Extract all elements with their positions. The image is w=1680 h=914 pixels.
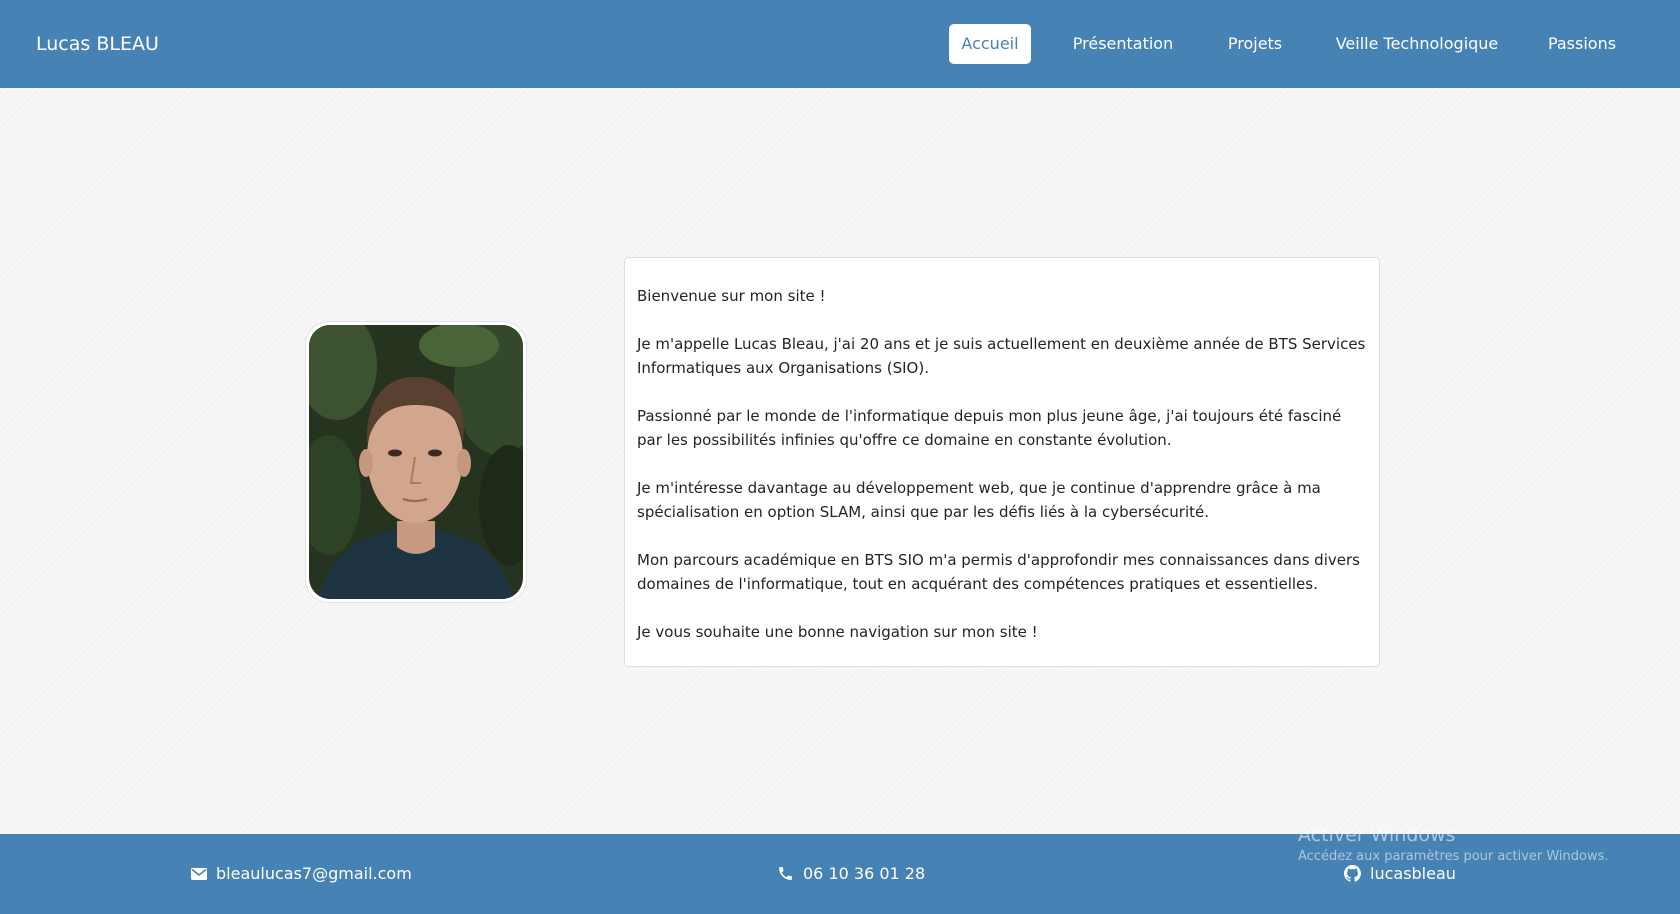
studies-paragraph: Mon parcours académique en BTS SIO m'a p… — [637, 551, 1360, 593]
footer-phone-text: 06 10 36 01 28 — [803, 864, 926, 883]
footer-phone-link[interactable]: 06 10 36 01 28 — [777, 862, 925, 886]
envelope-icon — [191, 867, 207, 880]
watermark-subtitle: Accédez aux paramètres pour activer Wind… — [1298, 849, 1609, 864]
windows-activation-watermark: Activer Windows Accédez aux paramètres p… — [1298, 822, 1609, 866]
site-brand[interactable]: Lucas BLEAU — [36, 32, 159, 56]
interest-paragraph: Je m'intéresse davantage au développemen… — [637, 479, 1321, 521]
footer-github-text: lucasbleau — [1370, 864, 1456, 883]
nav-link-passions[interactable]: Passions — [1547, 24, 1617, 64]
watermark-title: Activer Windows — [1298, 824, 1456, 846]
nav-link-veille-technologique[interactable]: Veille Technologique — [1334, 24, 1500, 64]
profile-photo-frame — [305, 321, 527, 603]
welcome-card: Bienvenue sur mon site ! Je m'appelle Lu… — [624, 257, 1380, 667]
phone-icon — [779, 867, 792, 880]
welcome-paragraph: Bienvenue sur mon site ! — [637, 287, 826, 305]
footer-email-link[interactable]: bleaulucas7@gmail.com — [191, 862, 412, 886]
nav-link-accueil[interactable]: Accueil — [949, 24, 1031, 64]
github-icon — [1344, 865, 1361, 882]
closing-paragraph: Je vous souhaite une bonne navigation su… — [637, 623, 1038, 641]
passion-paragraph: Passionné par le monde de l'informatique… — [637, 407, 1342, 449]
nav-link-projets[interactable]: Projets — [1222, 24, 1288, 64]
footer-email-text: bleaulucas7@gmail.com — [216, 864, 412, 883]
profile-photo — [309, 325, 523, 599]
intro-paragraph: Je m'appelle Lucas Bleau, j'ai 20 ans et… — [637, 335, 1366, 377]
nav-link-presentation[interactable]: Présentation — [1064, 24, 1182, 64]
navbar: Lucas BLEAU Accueil Présentation Projets… — [0, 0, 1680, 88]
